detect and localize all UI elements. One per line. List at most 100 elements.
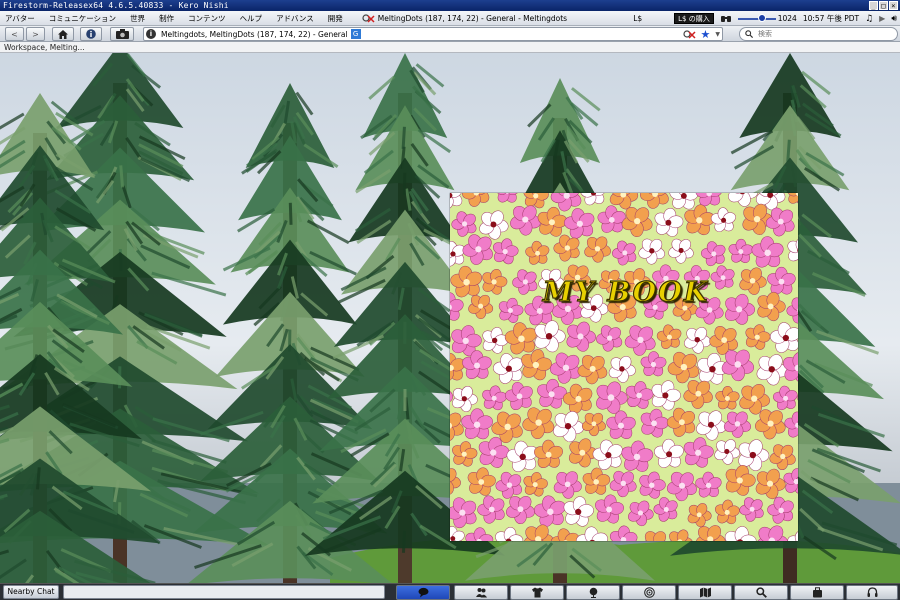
minimize-button[interactable]: _ — [869, 1, 878, 10]
flower — [450, 332, 451, 346]
menu-content[interactable]: コンテンツ — [181, 11, 233, 26]
flower — [450, 193, 463, 210]
flower — [450, 526, 465, 541]
flower — [584, 236, 611, 263]
menu-develop[interactable]: 開発 — [321, 11, 350, 26]
balance-label[interactable]: L$ — [633, 14, 642, 23]
flower — [769, 444, 796, 471]
toolbar-places-button[interactable] — [566, 585, 620, 600]
flower — [553, 411, 585, 443]
flower — [462, 234, 493, 265]
flower — [465, 527, 494, 541]
flower — [462, 193, 490, 207]
back-button[interactable]: < — [5, 27, 24, 41]
toolbar-appearance-button[interactable] — [510, 585, 564, 600]
menu-build[interactable]: 制作 — [152, 11, 181, 26]
flower — [580, 193, 606, 206]
flower — [641, 531, 670, 541]
close-button[interactable]: × — [889, 1, 898, 10]
chat-input[interactable] — [63, 585, 385, 599]
flower — [724, 526, 757, 541]
flower — [482, 385, 507, 411]
flower — [714, 499, 740, 525]
menu-avatar[interactable]: アバター — [0, 11, 42, 26]
location-history-dropdown-icon[interactable]: ▼ — [715, 31, 720, 38]
toolbar-people-button[interactable] — [454, 585, 508, 600]
menu-help[interactable]: ヘルプ — [233, 11, 270, 26]
book-title: MY BOOK — [542, 276, 710, 308]
location-info-icon[interactable]: i — [146, 29, 156, 39]
flower — [683, 379, 713, 409]
toolbar-voice-button[interactable] — [846, 585, 898, 600]
flower — [756, 354, 788, 386]
toolbar-search-button[interactable] — [734, 585, 788, 600]
flower — [582, 467, 611, 495]
flower — [656, 324, 682, 349]
flower — [654, 207, 684, 237]
flower — [595, 494, 624, 524]
maturity-rating-badge: G — [350, 29, 361, 39]
flower — [479, 210, 509, 240]
my-book-panel[interactable]: MY BOOK — [450, 193, 798, 541]
info-icon — [86, 29, 96, 39]
draw-distance-value: 1024 — [777, 14, 797, 23]
home-button[interactable] — [52, 27, 74, 41]
window-title-bar: Firestorm-Releasex64 4.6.5.40833 - Kero … — [0, 0, 900, 11]
window-title: Firestorm-Releasex64 4.6.5.40833 - Kero … — [3, 1, 229, 10]
snapshot-button[interactable] — [110, 27, 134, 41]
draw-distance-slider[interactable] — [737, 14, 776, 23]
menu-world[interactable]: 世界 — [123, 11, 152, 26]
flower — [739, 267, 767, 295]
flower — [581, 412, 606, 437]
parcel-location: MeltingDots (187, 174, 22) - General - M… — [362, 13, 567, 24]
flower — [784, 411, 798, 438]
play-icon[interactable]: ▶ — [879, 14, 885, 23]
flower — [534, 439, 563, 468]
flower — [482, 268, 508, 295]
flower — [566, 321, 596, 352]
place-info-button[interactable] — [80, 27, 102, 41]
flower — [756, 525, 789, 541]
window-controls: _ □ × — [869, 1, 898, 10]
menu-bar: アバター コミュニケーション 世界 制作 コンテンツ ヘルプ アドバンス 開発 … — [0, 11, 900, 26]
search-icon — [745, 30, 753, 38]
toolbar-chat-button[interactable] — [396, 585, 450, 600]
menu-communication[interactable]: コミュニケーション — [42, 11, 123, 26]
parcel-location-label: MeltingDots (187, 174, 22) - General - M… — [377, 13, 568, 23]
flower — [666, 471, 697, 502]
flower — [452, 386, 478, 412]
buy-currency-button[interactable]: L$ の購入 — [674, 13, 714, 24]
nearby-chat-button[interactable]: Nearby Chat — [3, 585, 59, 599]
flower — [562, 383, 593, 414]
radar-icon — [643, 587, 655, 598]
flower — [451, 211, 477, 237]
binoculars-icon[interactable] — [720, 14, 732, 23]
flower — [468, 294, 494, 320]
flower — [523, 472, 548, 497]
music-icon[interactable]: ♫ — [865, 14, 873, 24]
status-area: L$ L$ の購入 1024 10:57 午後 PDT ♫ ▶ 🔊︎ — [633, 11, 900, 26]
flower — [666, 407, 696, 437]
menu-advanced[interactable]: アドバンス — [269, 11, 321, 26]
search-input[interactable] — [758, 30, 888, 38]
flower — [767, 496, 794, 524]
volume-icon[interactable]: 🔊︎ — [891, 14, 897, 24]
flower — [786, 193, 798, 206]
flower — [450, 389, 454, 404]
flower — [757, 291, 786, 322]
world-viewport[interactable]: MY BOOK — [0, 53, 900, 583]
flower — [651, 380, 681, 411]
toolbar-inventory-button[interactable] — [790, 585, 844, 600]
toolbar-radar-button[interactable] — [622, 585, 676, 600]
flower — [639, 471, 666, 499]
flower — [450, 497, 477, 529]
landmark-star-icon[interactable]: ★ — [701, 29, 711, 40]
forward-button[interactable]: > — [26, 27, 45, 41]
slider-knob[interactable] — [757, 14, 766, 22]
location-field[interactable]: i Meltingdots, MeltingDots (187, 174, 22… — [143, 27, 723, 41]
flower — [498, 297, 524, 323]
search-box[interactable] — [739, 27, 898, 41]
flower — [450, 265, 482, 298]
maximize-button[interactable]: □ — [879, 1, 888, 10]
toolbar-map-button[interactable] — [678, 585, 732, 600]
